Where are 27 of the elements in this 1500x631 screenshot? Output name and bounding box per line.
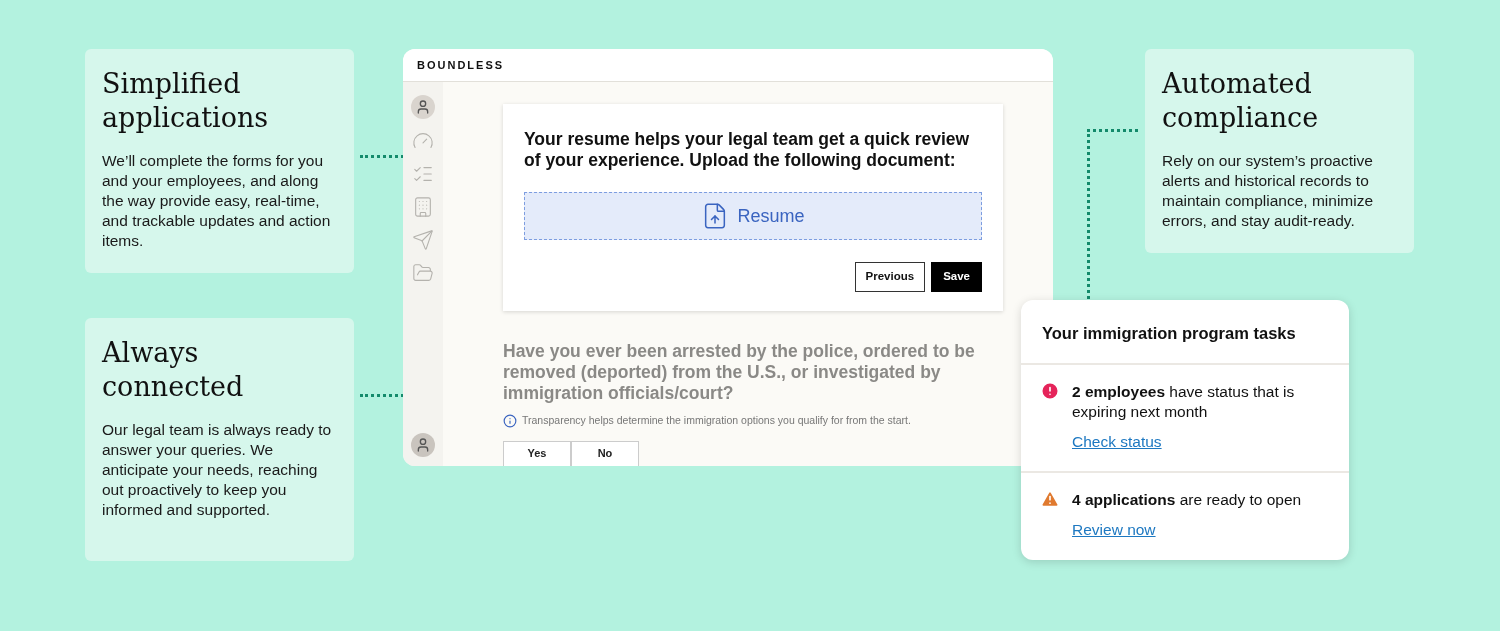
- feature-description: Our legal team is always ready to answer your queries. We anticipate your needs, reaching out proactively to keep you informed and supported.: [102, 420, 333, 520]
- upload-dropzone[interactable]: Resume: [524, 192, 982, 240]
- answer-option[interactable]: Yes: [503, 440, 571, 466]
- app-logo: BOUNDLESS: [417, 57, 505, 73]
- previous-button[interactable]: Previous: [854, 262, 926, 292]
- upload-prompt: Your resume helps your legal team get a quick review of your experience. Upload the following document:: [524, 129, 971, 171]
- feature-title: Simplified applications: [102, 67, 270, 135]
- feature-title: Always connected: [102, 336, 245, 404]
- save-button[interactable]: Save: [931, 262, 982, 292]
- task-link[interactable]: Check status: [1072, 430, 1162, 454]
- task-text: 4 applications are ready to open: [1072, 490, 1302, 511]
- tasks-title: Your immigration program tasks: [1042, 324, 1296, 342]
- info-icon: [503, 413, 517, 428]
- question-hint: Transparency helps determine the immigration options you qualify for from the start.: [522, 413, 911, 428]
- task-link[interactable]: Review now: [1072, 518, 1156, 542]
- feature-description: We’ll complete the forms for you and your employees, and along the way provide easy, real-time, and trackable updates and action items.: [102, 151, 332, 251]
- answer-option[interactable]: No: [571, 440, 639, 466]
- question-text: Have you ever been arrested by the police, ordered to be removed (deported) from the U.S., or investigated by immigration officials/court?: [503, 341, 976, 404]
- feature-description: Rely on our system’s proactive alerts and historical records to maintain compliance, minimize errors, and stay audit-ready.: [1162, 151, 1375, 231]
- feature-title: Automated compliance: [1162, 67, 1320, 135]
- avatar[interactable]: [411, 433, 435, 457]
- task-text: 2 employees have status that is expiring next month: [1072, 382, 1296, 422]
- send-icon[interactable]: [412, 229, 434, 251]
- building-icon[interactable]: [412, 196, 434, 218]
- alert-icon: [1040, 381, 1060, 401]
- folder-icon[interactable]: [412, 262, 434, 284]
- avatar[interactable]: [411, 95, 435, 119]
